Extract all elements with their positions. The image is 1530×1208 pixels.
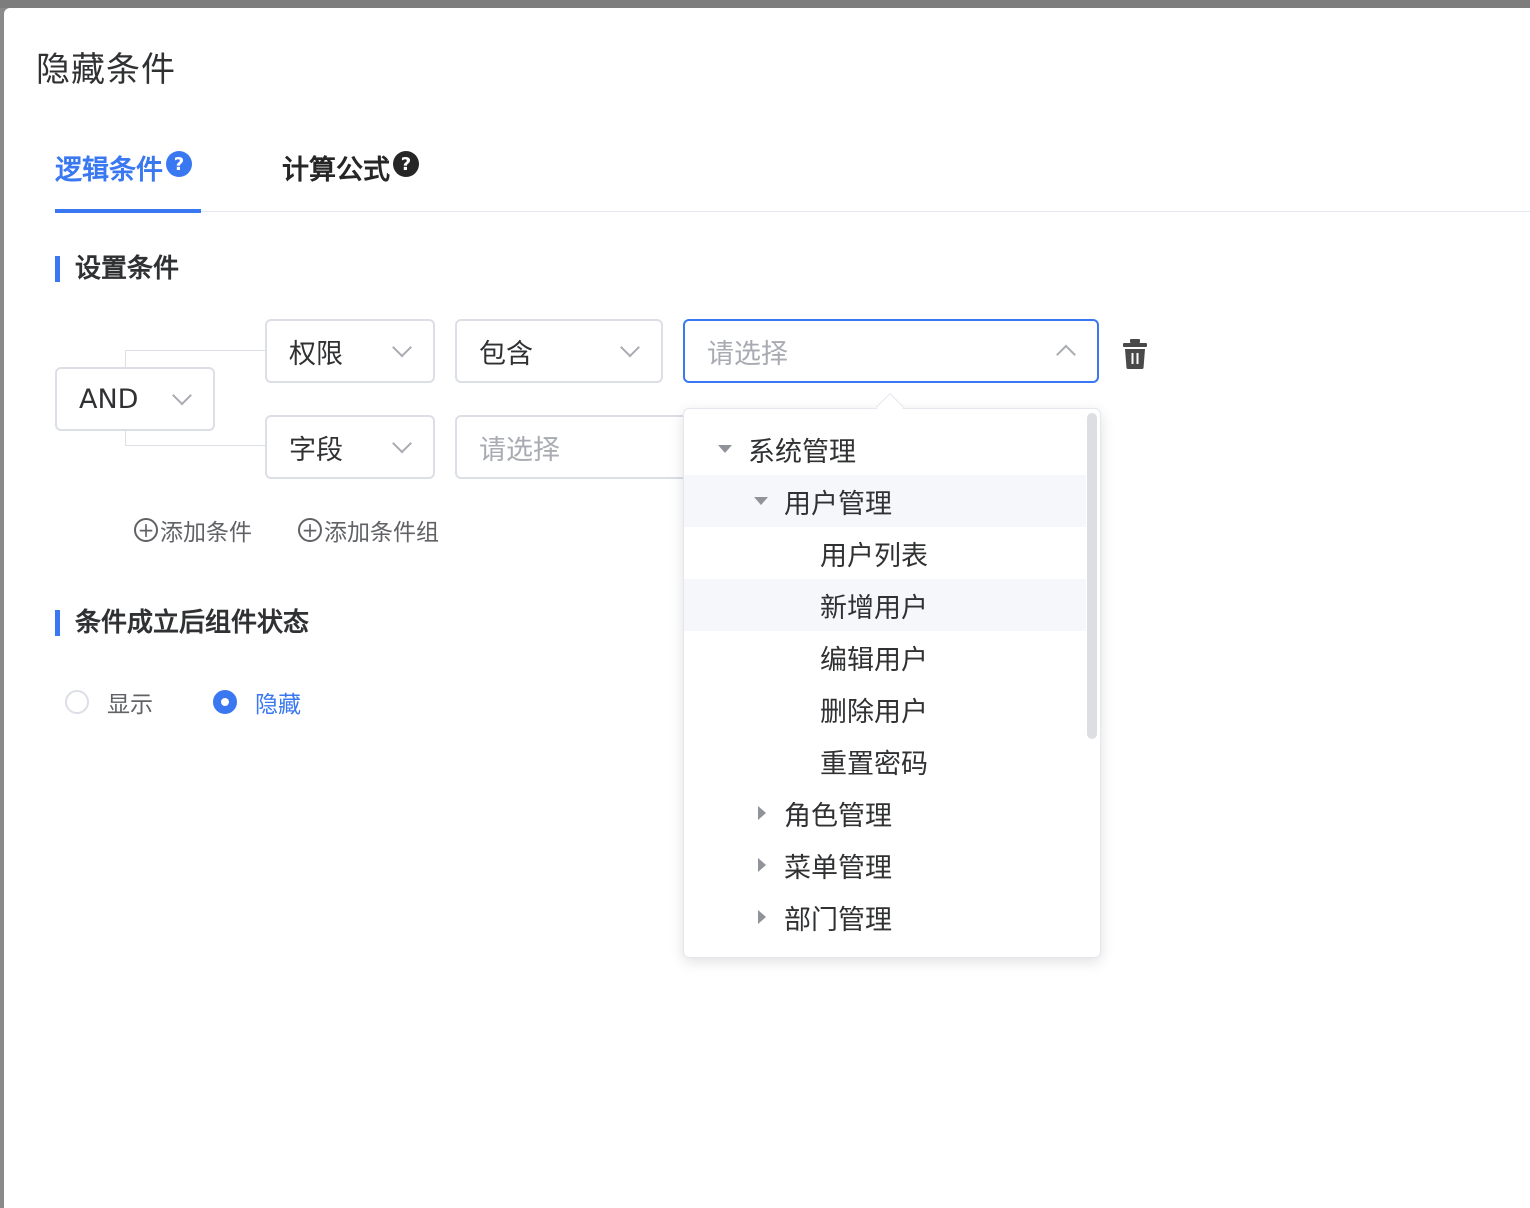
tree-node[interactable]: 重置密码 (684, 735, 1086, 787)
tree-node[interactable]: 删除用户 (684, 683, 1086, 735)
tab-logic-condition[interactable]: 逻辑条件 ? (55, 142, 201, 213)
add-condition-group-button[interactable]: + 添加条件组 (298, 513, 439, 547)
tab-formula[interactable]: 计算公式 ? (282, 142, 419, 212)
caret-right-icon[interactable] (758, 910, 766, 924)
caret-down-icon[interactable] (754, 497, 768, 505)
tree-node-label: 菜单管理 (784, 852, 892, 884)
dialog-title: 隐藏条件 (36, 50, 176, 90)
radio-hide[interactable]: 隐藏 (213, 685, 301, 719)
chevron-down-icon (620, 337, 640, 358)
tree-node[interactable]: 部门管理 (684, 891, 1086, 943)
field-type-select[interactable]: 字段 (265, 415, 435, 479)
field-type-select[interactable]: 权限 (265, 319, 435, 383)
chevron-up-icon (1056, 344, 1076, 365)
tree-node[interactable]: 新增用户 (684, 579, 1086, 631)
chevron-down-icon (392, 433, 412, 454)
radio-circle[interactable] (65, 690, 89, 714)
tree-node-label: 用户列表 (820, 540, 928, 572)
tree-node-label: 部门管理 (784, 904, 892, 936)
tree-node-label: 角色管理 (784, 800, 892, 832)
select-value: 权限 (289, 338, 343, 370)
tree: 系统管理用户管理用户列表新增用户编辑用户删除用户重置密码角色管理菜单管理部门管理… (684, 423, 1086, 958)
connector-line (125, 430, 265, 446)
plus-circle-icon: + (298, 518, 322, 542)
scrollbar-thumb[interactable] (1087, 413, 1097, 739)
tree-node[interactable]: 用户管理 (684, 475, 1086, 527)
select-value: 包含 (479, 338, 533, 370)
tree-node[interactable]: 用户列表 (684, 527, 1086, 579)
comparator-select[interactable]: 包含 (455, 319, 663, 383)
chevron-down-icon (392, 337, 412, 358)
comparator-select[interactable]: 请选择 (455, 415, 695, 479)
trash-icon[interactable] (1122, 338, 1148, 370)
add-condition-label: 添加条件 (160, 520, 252, 546)
tree-node-label: 新增用户 (820, 592, 928, 624)
section-title-conditions: 设置条件 (55, 254, 179, 284)
select-placeholder: 请选择 (707, 338, 788, 370)
tree-node-label: 字典管理 (784, 950, 892, 958)
radio-label: 显示 (107, 692, 153, 718)
caret-down-icon[interactable] (718, 445, 732, 453)
add-group-label: 添加条件组 (324, 520, 439, 546)
chevron-down-icon (172, 385, 192, 406)
add-condition-button[interactable]: + 添加条件 (134, 513, 252, 547)
section-title-state: 条件成立后组件状态 (55, 608, 309, 638)
tree-node-label: 用户管理 (784, 488, 892, 520)
tab-bar: 逻辑条件 ? 计算公式 ? (55, 142, 1530, 213)
radio-label: 隐藏 (255, 692, 301, 718)
tab-label: 逻辑条件 (55, 155, 163, 186)
help-icon[interactable]: ? (393, 151, 419, 177)
logic-operator-select[interactable]: AND (55, 367, 215, 431)
tree-node[interactable]: 角色管理 (684, 787, 1086, 839)
help-icon[interactable]: ? (166, 151, 192, 177)
value-tree-select[interactable]: 请选择 (683, 319, 1099, 383)
radio-circle[interactable] (213, 690, 237, 714)
select-placeholder: 请选择 (479, 434, 560, 466)
tree-node-label: 系统管理 (748, 436, 856, 468)
tree-node-label: 重置密码 (820, 748, 928, 780)
select-value: 字段 (289, 434, 343, 466)
tree-node[interactable]: 系统管理 (684, 423, 1086, 475)
tab-label: 计算公式 (282, 155, 390, 186)
tree-node[interactable]: 菜单管理 (684, 839, 1086, 891)
tree-node[interactable]: 字典管理 (684, 943, 1086, 958)
select-value: AND (79, 383, 139, 415)
backdrop (0, 0, 1530, 8)
radio-show[interactable]: 显示 (65, 685, 153, 719)
caret-right-icon[interactable] (758, 858, 766, 872)
plus-circle-icon: + (134, 518, 158, 542)
tree-node[interactable]: 编辑用户 (684, 631, 1086, 683)
caret-right-icon[interactable] (758, 806, 766, 820)
tree-node-label: 删除用户 (820, 696, 928, 728)
tree-node-label: 编辑用户 (820, 644, 928, 676)
tree-select-dropdown: 系统管理用户管理用户列表新增用户编辑用户删除用户重置密码角色管理菜单管理部门管理… (683, 408, 1101, 958)
